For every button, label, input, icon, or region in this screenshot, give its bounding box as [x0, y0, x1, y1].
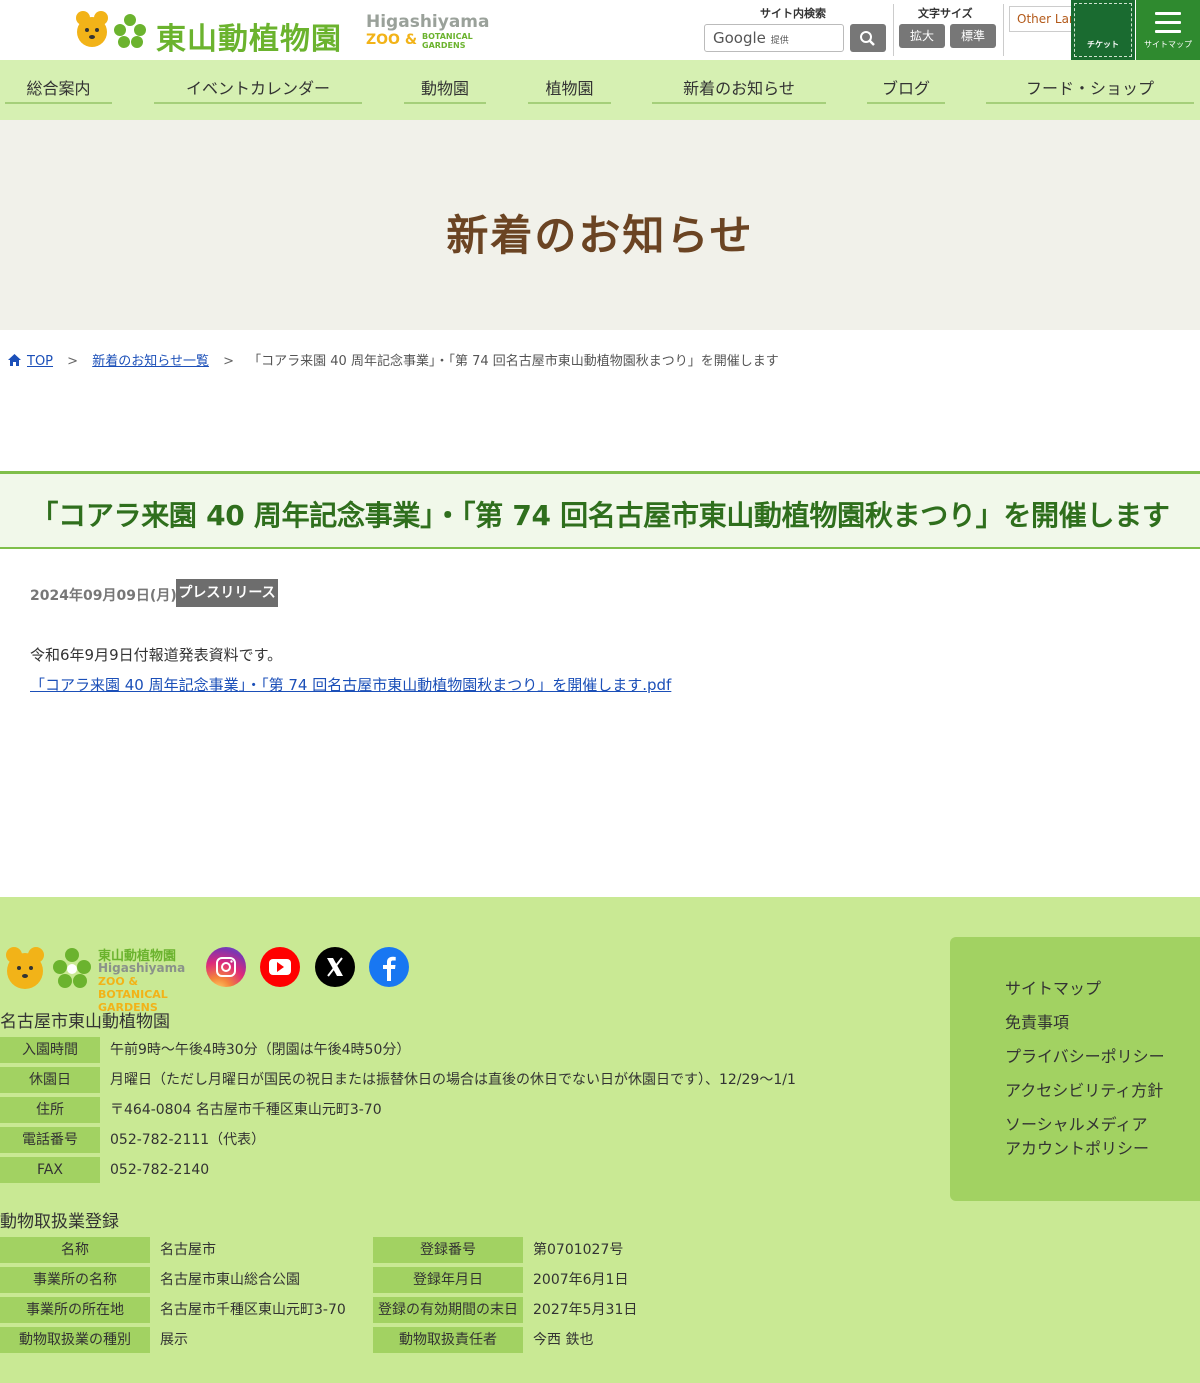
search-button[interactable]	[850, 24, 886, 52]
mascot-logo-icon	[76, 11, 146, 48]
registration-value: 2027年5月31日	[533, 1302, 638, 1318]
header-divider	[893, 4, 894, 56]
language-select[interactable]: Other Languages	[1009, 6, 1073, 32]
site-header: 東山動植物園 Higashiyama ZOO & BOTANICAL GARDE…	[0, 0, 1200, 60]
footer-info-value: 午前9時～午後4時30分（閉園は午後4時50分）	[110, 1042, 411, 1058]
ticket-button[interactable]: チケット	[1071, 0, 1135, 60]
sitemap-menu-button[interactable]: サイトマップ	[1136, 0, 1200, 60]
nav-item-food-shop[interactable]: フード・ショップ	[986, 78, 1194, 104]
registration-label: 動物取扱責任者	[373, 1327, 523, 1353]
instagram-icon[interactable]	[206, 947, 246, 987]
fontsize-label: 文字サイズ	[918, 7, 973, 20]
registration-label: 登録番号	[373, 1237, 523, 1263]
page-title-band: 新着のお知らせ	[0, 120, 1200, 330]
footer-link-social-media[interactable]: ソーシャルメディア	[1005, 1113, 1148, 1137]
footer-info-value: 052-782-2140	[110, 1162, 210, 1178]
footer-links-panel: サイトマップ 免責事項 プライバシーポリシー アクセシビリティ方針 ソーシャルメ…	[950, 937, 1200, 1201]
footer-logo-english-text: Higashiyama	[98, 961, 186, 975]
footer-link-privacy[interactable]: プライバシーポリシー	[1005, 1045, 1165, 1069]
footer-link-sitemap[interactable]: サイトマップ	[1005, 977, 1101, 1001]
footer-info-label: 休園日	[0, 1067, 100, 1093]
registration-label: 動物取扱業の種別	[0, 1327, 150, 1353]
fontsize-standard-button[interactable]: 標準	[950, 24, 996, 48]
footer-info-label: 電話番号	[0, 1127, 100, 1153]
breadcrumb-separator: >	[223, 354, 234, 369]
nav-item-botanical[interactable]: 植物園	[528, 78, 611, 104]
logo-english-text: Higashiyama	[366, 12, 490, 32]
fontsize-enlarge-button[interactable]: 拡大	[899, 24, 945, 48]
header-divider	[1003, 4, 1004, 56]
registration-label: 事業所の名称	[0, 1267, 150, 1293]
registration-value: 2007年6月1日	[533, 1272, 629, 1288]
sitemap-menu-label: サイトマップ	[1144, 40, 1192, 49]
hamburger-icon	[1155, 12, 1181, 39]
registration-value: 展示	[160, 1332, 188, 1348]
breadcrumb-top-link[interactable]: TOP	[27, 354, 53, 369]
footer-info-value: 月曜日（ただし月曜日が国民の祝日または振替休日の場合は直後の休日でない日が休園日…	[110, 1072, 796, 1088]
registration-label: 登録年月日	[373, 1267, 523, 1293]
footer-info-label: 入園時間	[0, 1037, 100, 1063]
registration-value: 名古屋市	[160, 1242, 216, 1258]
breadcrumb-separator: >	[67, 354, 79, 369]
article-category-badge: プレスリリース	[176, 579, 278, 607]
nav-item-news[interactable]: 新着のお知らせ	[652, 78, 826, 104]
site-footer: 東山動植物園 Higashiyama ZOO & BOTANICAL GARDE…	[0, 897, 1200, 1383]
logo-zoo-text: ZOO &	[366, 32, 418, 48]
registration-label: 名称	[0, 1237, 150, 1263]
nav-item-general-info[interactable]: 総合案内	[5, 78, 112, 104]
search-label: サイト内検索	[760, 7, 826, 20]
search-input[interactable]: Google 提供	[704, 24, 844, 52]
nav-item-blog[interactable]: ブログ	[867, 78, 945, 104]
footer-info-label: 住所	[0, 1097, 100, 1123]
search-icon	[860, 31, 875, 46]
registration-value: 第0701027号	[533, 1242, 624, 1258]
search-provided-text: 提供	[770, 36, 789, 46]
footer-org-name: 名古屋市東山動植物園	[0, 1012, 170, 1032]
registration-title: 動物取扱業登録	[0, 1212, 119, 1232]
youtube-icon[interactable]	[260, 947, 300, 987]
article-pdf-link[interactable]: 「コアラ来園 40 周年記念事業」・「第 74 回名古屋市東山動植物園秋まつり」…	[30, 674, 671, 695]
article-title: 「コアラ来園 40 周年記念事業」・「第 74 回名古屋市東山動植物園秋まつり」…	[30, 499, 1170, 532]
breadcrumb-news-list-link[interactable]: 新着のお知らせ一覧	[92, 354, 209, 369]
footer-info-value: 052-782-2111（代表）	[110, 1132, 266, 1148]
search-google-text: Google	[713, 29, 766, 47]
footer-info-value: 〒464-0804 名古屋市千種区東山元町3-70	[110, 1102, 382, 1118]
footer-link-accessibility[interactable]: アクセシビリティ方針	[1005, 1079, 1163, 1103]
breadcrumb-current: 「コアラ来園 40 周年記念事業」・「第 74 回名古屋市東山動植物園秋まつり」…	[248, 354, 779, 369]
facebook-icon[interactable]	[369, 947, 409, 987]
registration-label: 登録の有効期間の末日	[373, 1297, 523, 1323]
site-logo[interactable]: 東山動植物園 Higashiyama ZOO & BOTANICAL GARDE…	[72, 10, 489, 57]
footer-logo[interactable]: 東山動植物園 Higashiyama ZOO & BOTANICAL GARDE…	[2, 943, 188, 1014]
footer-info-label: FAX	[0, 1157, 100, 1183]
registration-label: 事業所の所在地	[0, 1297, 150, 1323]
article-date: 2024年09月09日(月)	[30, 588, 177, 604]
nav-item-zoo[interactable]: 動物園	[404, 78, 486, 104]
footer-link-account-policy[interactable]: アカウントポリシー	[1005, 1137, 1149, 1161]
footer-mascot-logo-icon	[6, 947, 91, 989]
registration-value: 名古屋市東山総合公園	[160, 1272, 300, 1288]
breadcrumb: TOP > 新着のお知らせ一覧 > 「コアラ来園 40 周年記念事業」・「第 7…	[8, 350, 779, 369]
nav-item-event-calendar[interactable]: イベントカレンダー	[154, 78, 362, 104]
global-nav: 総合案内 イベントカレンダー 動物園 植物園 新着のお知らせ ブログ フード・シ…	[0, 60, 1200, 120]
article-header: 「コアラ来園 40 周年記念事業」・「第 74 回名古屋市東山動植物園秋まつり」…	[0, 471, 1200, 549]
home-icon	[8, 354, 21, 366]
x-twitter-icon[interactable]	[315, 947, 355, 987]
logo-gardens-text: BOTANICAL GARDENS	[422, 32, 473, 50]
registration-value: 名古屋市千種区東山元町3-70	[160, 1302, 346, 1318]
registration-value: 今西 鉄也	[533, 1332, 594, 1348]
page-title: 新着のお知らせ	[446, 211, 754, 260]
article-body: 令和6年9月9日付報道発表資料です。	[30, 646, 283, 664]
ticket-label: チケット	[1087, 40, 1119, 49]
logo-japanese-text: 東山動植物園	[156, 22, 342, 57]
footer-link-disclaimer[interactable]: 免責事項	[1005, 1011, 1069, 1035]
